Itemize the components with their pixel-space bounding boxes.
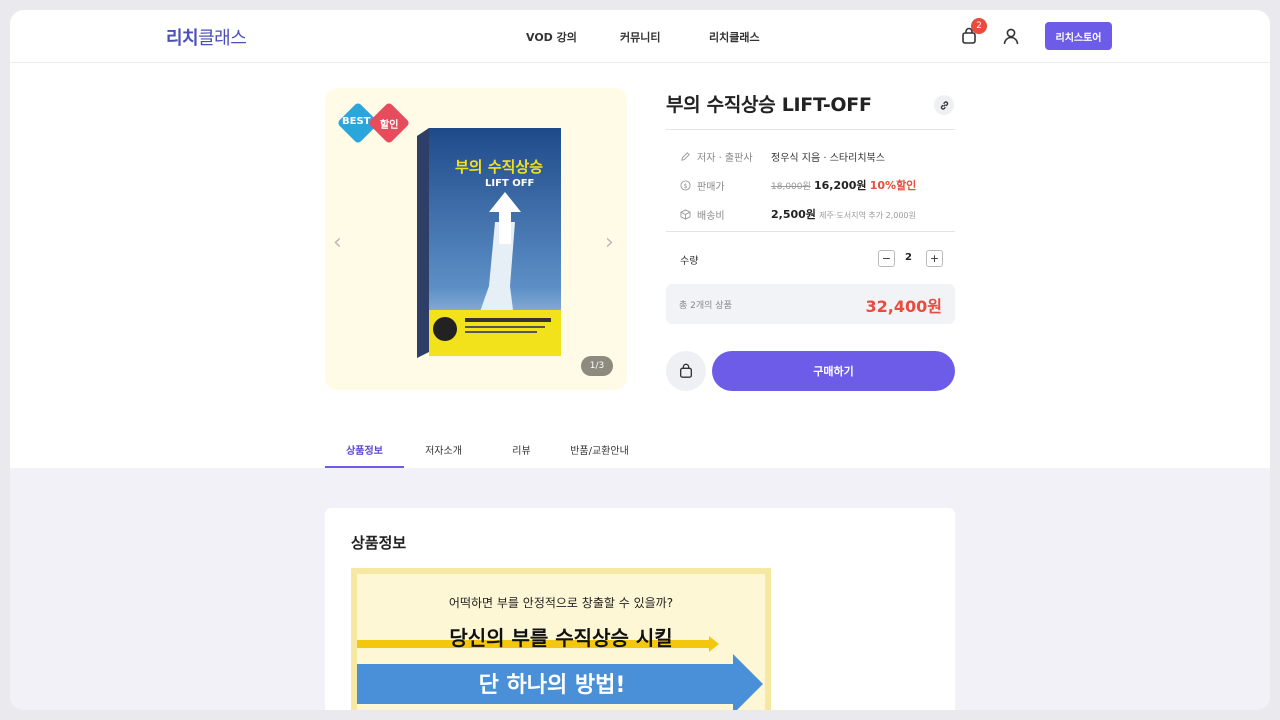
shipping-value-wrap: 2,500원 제주·도서지역 추가 2,000원 <box>771 206 916 222</box>
add-to-cart-button[interactable] <box>666 351 706 391</box>
original-price: 18,000원 <box>771 182 811 192</box>
nav-community[interactable]: 커뮤니티 <box>620 29 660 45</box>
author-value: 정우식 지음 · 스타리치북스 <box>771 153 885 164</box>
price-row-label: $ 판매가 <box>680 178 725 193</box>
discount-rate: 10%할인 <box>869 179 917 192</box>
price-value: 18,000원 16,200원 10%할인 <box>771 177 916 193</box>
nav-richclass[interactable]: 리치클래스 <box>709 29 760 45</box>
banner-line-2: 당신의 부를 수직상승 시킬 <box>449 626 673 650</box>
user-button[interactable] <box>999 24 1023 48</box>
top-header: 리치클래스 VOD 강의 커뮤니티 리치클래스 2 리치스토어 <box>10 10 1270 63</box>
product-banner-image: 어떡하면 부를 안정적으로 창출할 수 있을까? 당신의 부를 수직상승 시킬 … <box>351 568 771 710</box>
total-price: 32,400원 <box>865 297 942 316</box>
product-info-card: 상품정보 어떡하면 부를 안정적으로 창출할 수 있을까? 당신의 부를 수직상… <box>325 508 955 710</box>
banner-line-1: 어떡하면 부를 안정적으로 창출할 수 있을까? <box>448 596 674 610</box>
quantity-increase-button[interactable]: + <box>926 250 943 267</box>
author-row-label: 저자 · 출판사 <box>680 149 753 164</box>
quantity-value[interactable]: 2 <box>905 252 912 263</box>
shipping-label: 배송비 <box>697 211 725 222</box>
image-counter: 1/3 <box>581 356 613 376</box>
sale-price: 16,200원 <box>813 179 867 192</box>
prev-arrow-icon[interactable]: ‹ <box>333 230 342 255</box>
logo[interactable]: 리치클래스 <box>166 24 247 50</box>
book-cover-title: 부의 수직상승 <box>455 158 544 176</box>
shopping-bag-icon <box>680 363 692 378</box>
tab-product-info[interactable]: 상품정보 <box>325 442 404 457</box>
price-label: 판매가 <box>697 182 725 193</box>
rich-store-button[interactable]: 리치스토어 <box>1045 22 1112 50</box>
sale-badge: 할인 <box>380 120 399 131</box>
user-icon <box>1003 28 1019 45</box>
buy-button[interactable]: 구매하기 <box>712 351 955 391</box>
tab-author-intro[interactable]: 저자소개 <box>404 442 483 457</box>
logo-bold: 리치 <box>166 28 199 49</box>
shipping-value: 2,500원 <box>771 208 816 221</box>
tab-reviews[interactable]: 리뷰 <box>482 442 561 457</box>
share-link-button[interactable] <box>934 95 954 115</box>
page: 리치클래스 VOD 강의 커뮤니티 리치클래스 2 리치스토어 BEST 할인 … <box>10 10 1270 710</box>
author-label: 저자 · 출판사 <box>697 153 753 164</box>
svg-text:$: $ <box>683 182 687 190</box>
link-icon <box>940 100 948 110</box>
shipping-note: 제주·도서지역 추가 2,000원 <box>819 211 916 220</box>
box-icon <box>680 209 691 220</box>
next-arrow-icon[interactable]: › <box>605 230 614 255</box>
quantity-decrease-button[interactable]: − <box>878 250 895 267</box>
divider <box>666 129 955 130</box>
total-summary: 총 2개의 상품 32,400원 <box>666 284 955 324</box>
cart-button[interactable]: 2 <box>957 18 987 48</box>
logo-light: 클래스 <box>198 28 247 49</box>
cart-count-badge: 2 <box>971 18 987 34</box>
banner-line-3: 단 하나의 방법! <box>478 673 626 698</box>
product-gallery: BEST 할인 ‹ › 부의 수직상승 LIFT OFF 1/3 <box>325 88 627 390</box>
product-title: 부의 수직상승 LIFT-OFF <box>666 94 872 116</box>
section-title: 상품정보 <box>351 534 407 552</box>
best-badge: BEST <box>342 116 371 127</box>
total-label: 총 2개의 상품 <box>679 301 732 311</box>
shipping-row-label: 배송비 <box>680 207 725 222</box>
coin-icon: $ <box>680 180 691 191</box>
tab-return-exchange[interactable]: 반품/교환안내 <box>560 442 639 457</box>
divider <box>666 231 955 232</box>
book-cover-subtitle: LIFT OFF <box>485 178 535 189</box>
pencil-icon <box>681 152 690 161</box>
quantity-label: 수량 <box>680 256 699 267</box>
nav-vod[interactable]: VOD 강의 <box>526 29 577 45</box>
